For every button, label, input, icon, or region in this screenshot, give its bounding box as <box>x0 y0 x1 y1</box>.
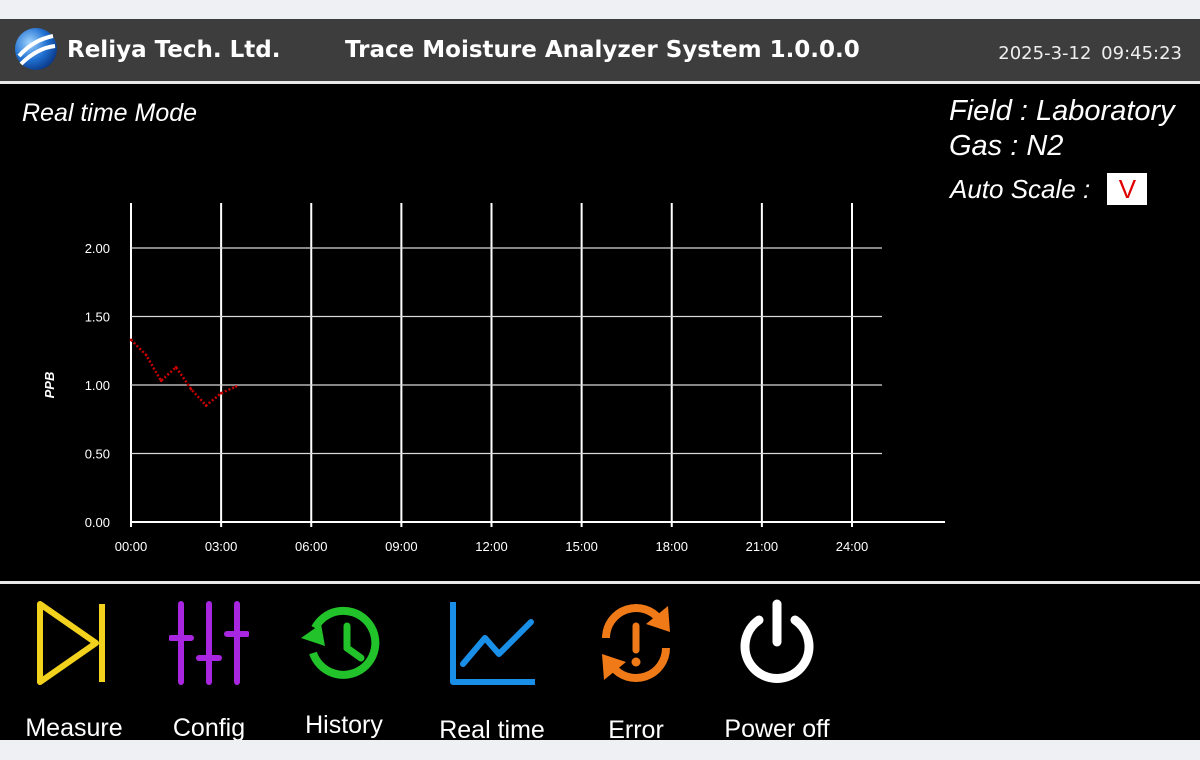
moisture-data-point <box>189 387 193 391</box>
x-tick-label: 12:00 <box>475 539 508 554</box>
x-tick-label: 15:00 <box>565 539 598 554</box>
x-tick-label: 18:00 <box>655 539 688 554</box>
y-tick-label: 0.00 <box>85 515 110 530</box>
poweroff-button[interactable]: Power off <box>710 584 844 740</box>
y-tick-label: 0.50 <box>85 447 110 462</box>
x-tick-label: 09:00 <box>385 539 418 554</box>
config-label: Config <box>172 714 246 740</box>
moisture-data-point <box>159 379 163 383</box>
x-tick-label: 21:00 <box>746 539 779 554</box>
realtime-chart: 00:00 03:00 06:00 09:00 12:00 15:00 18:00 21:00… <box>42 203 945 554</box>
moisture-data-point <box>219 391 223 395</box>
config-button[interactable]: Config <box>145 584 273 740</box>
x-tick-label: 03:00 <box>205 539 238 554</box>
history-label: History <box>305 711 383 739</box>
moisture-data-point <box>204 404 208 407</box>
app-window: Reliya Tech. Ltd. Trace Moisture Analyze… <box>0 19 1200 740</box>
error-button[interactable]: Error <box>572 584 700 740</box>
realtime-label: Real time <box>439 716 545 740</box>
x-tick-label: 06:00 <box>295 539 328 554</box>
measure-label: Measure <box>25 714 123 740</box>
y-tick-label: 1.50 <box>85 310 110 325</box>
measure-button[interactable]: Measure <box>10 584 138 740</box>
moisture-data-point <box>129 338 133 342</box>
measure-icon <box>37 601 105 685</box>
sliders-icon <box>169 601 249 685</box>
error-label: Error <box>608 716 664 740</box>
moisture-data-point <box>144 353 148 357</box>
moisture-data-point <box>234 385 238 388</box>
x-tick-label: 00:00 <box>115 539 148 554</box>
line-chart-icon <box>450 602 535 685</box>
realtime-button[interactable]: Real time <box>425 584 559 740</box>
y-axis-label: PPB <box>42 372 57 399</box>
y-tick-label: 2.00 <box>85 241 110 256</box>
power-icon <box>740 599 814 683</box>
error-icon <box>602 604 670 682</box>
bottom-toolbar: Measure Config History Real time Error P… <box>0 584 1200 740</box>
y-tick-label: 1.00 <box>85 378 110 393</box>
history-button[interactable]: History <box>280 584 408 740</box>
moisture-data-point <box>174 365 178 369</box>
history-icon <box>301 606 380 679</box>
x-tick-label: 24:00 <box>836 539 869 554</box>
poweroff-label: Power off <box>724 715 830 740</box>
